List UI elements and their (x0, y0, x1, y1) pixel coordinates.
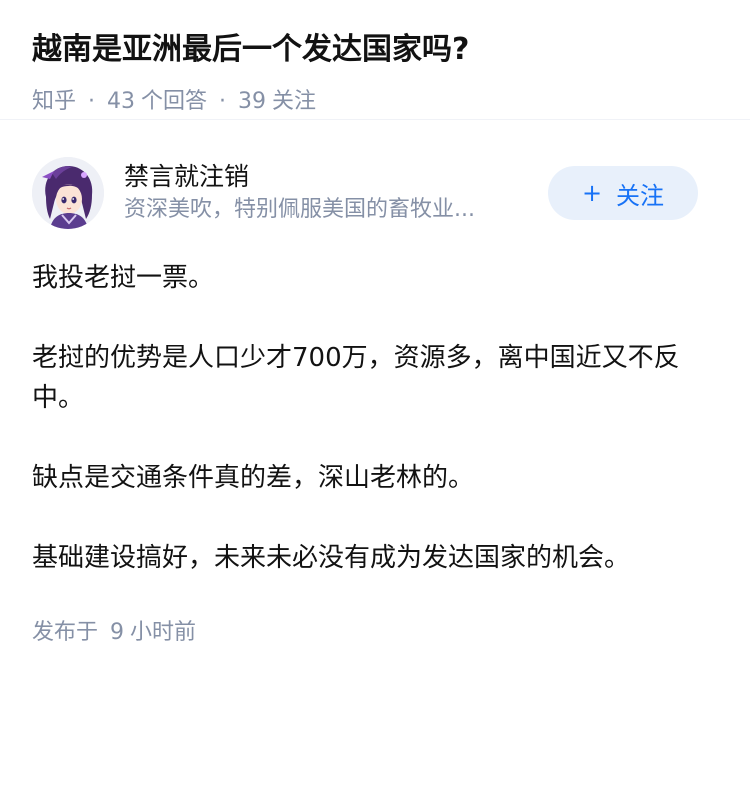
question-header: 越南是亚洲最后一个发达国家吗? 知乎 · 43 个回答 · 39 关注 (0, 0, 750, 120)
source-label[interactable]: 知乎 (32, 87, 76, 117)
author-bio: 资深美吹，特别佩服美国的畜牧业... (124, 197, 475, 222)
follow-count: 39 (238, 89, 267, 114)
author-row: 禁言就注销 资深美吹，特别佩服美国的畜牧业... + 关注 (32, 151, 718, 235)
answer-paragraph: 基础建设搞好，未来未必没有成为发达国家的机会。 (32, 543, 631, 573)
follow-count-label[interactable]: 关注 (272, 87, 316, 117)
meta-separator: · (88, 89, 96, 114)
answer-count-label[interactable]: 个回答 (141, 87, 207, 117)
answer-card: 禁言就注销 资深美吹，特别佩服美国的畜牧业... + 关注 我投老挝一票。 老挝… (0, 151, 750, 648)
answer-count: 43 (107, 89, 136, 114)
answer-paragraph: 缺点是交通条件真的差，深山老林的。 (32, 463, 475, 493)
avatar-image (32, 157, 104, 229)
time-value: 9 (110, 620, 125, 645)
plus-icon: + (581, 179, 603, 207)
author-info: 禁言就注销 资深美吹，特别佩服美国的畜牧业... (124, 160, 548, 226)
follow-button-label: 关注 (616, 181, 665, 210)
answer-paragraph: 我投老挝一票。 (32, 263, 215, 293)
time-prefix: 发布于 (32, 620, 99, 645)
answer-paragraph: 老挝的优势是人口少才700万，资源多，离中国近又不反中。 (32, 343, 680, 413)
question-meta: 知乎 · 43 个回答 · 39 关注 (32, 87, 718, 117)
answer-body: 我投老挝一票。 老挝的优势是人口少才700万，资源多，离中国近又不反中。 缺点是… (32, 258, 718, 578)
meta-separator: · (219, 89, 227, 114)
author-name[interactable]: 禁言就注销 (124, 160, 548, 194)
time-unit: 小时前 (130, 620, 197, 645)
answer-time: 发布于 9 小时前 (32, 618, 718, 648)
avatar[interactable] (32, 157, 104, 229)
follow-button[interactable]: + 关注 (548, 166, 698, 220)
question-title[interactable]: 越南是亚洲最后一个发达国家吗? (32, 30, 718, 70)
